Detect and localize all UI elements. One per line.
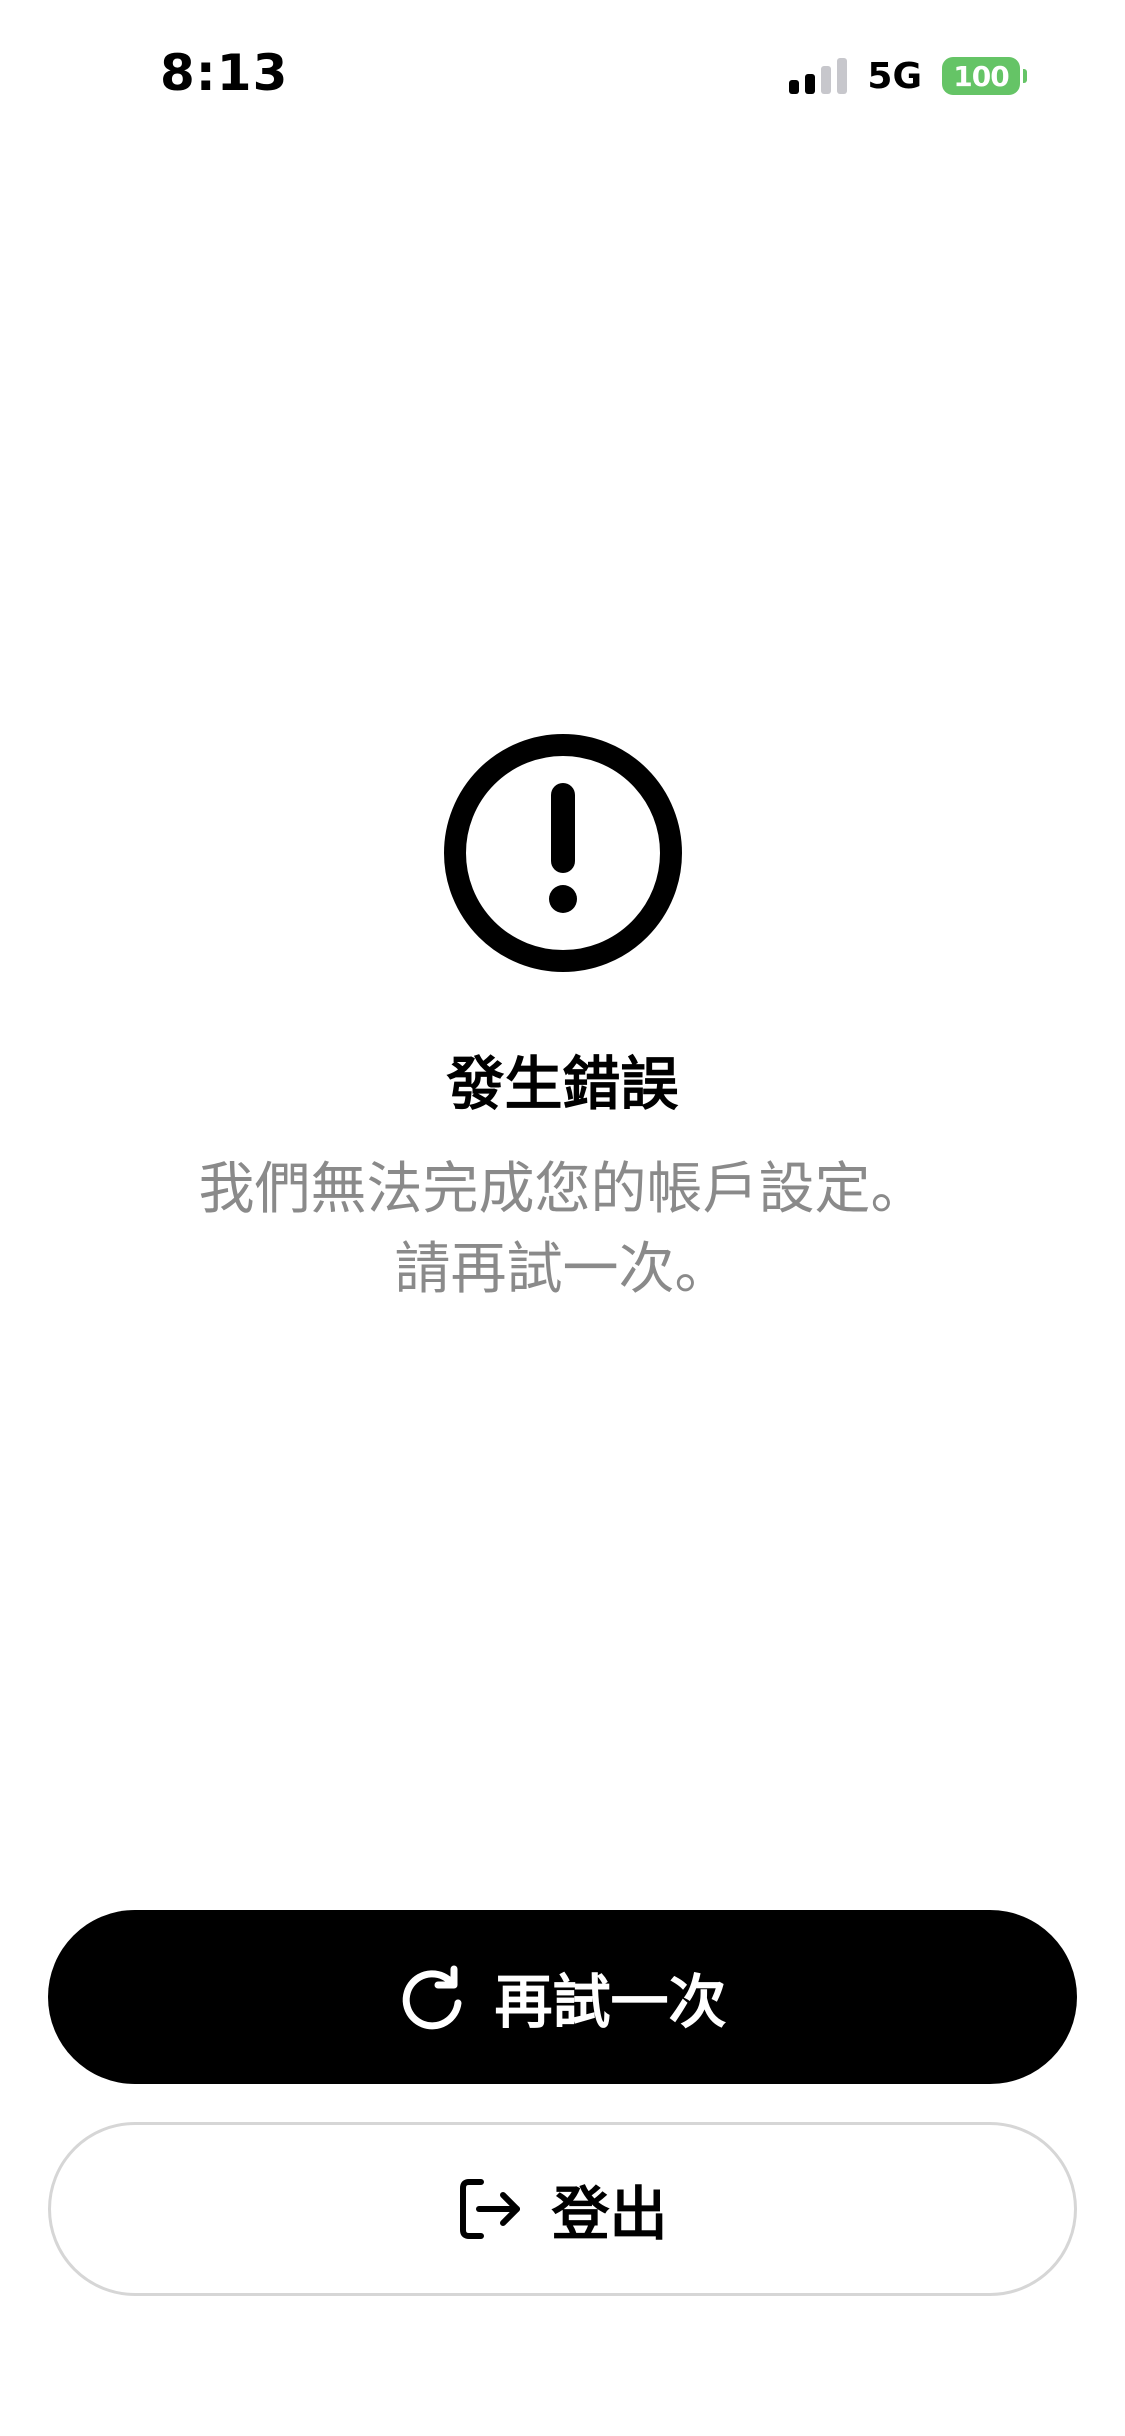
logout-button[interactable]: 登出 <box>48 2122 1077 2296</box>
network-type: 5G <box>867 55 922 97</box>
status-time: 8:13 <box>160 44 289 102</box>
status-indicators: 5G 100 <box>789 54 1027 98</box>
retry-button[interactable]: 再試一次 <box>48 1910 1077 2084</box>
error-message-line: 請再試一次。 <box>394 1237 731 1302</box>
retry-button-label: 再試一次 <box>494 1968 727 2036</box>
error-title: 發生錯誤 <box>446 1050 679 1118</box>
exclamation-circle-icon <box>444 734 682 972</box>
refresh-icon <box>403 1965 462 2030</box>
status-bar: 8:13 5G 100 <box>0 0 1125 150</box>
logout-button-label: 登出 <box>551 2180 668 2248</box>
logout-icon <box>460 2179 521 2239</box>
battery-level: 100 <box>942 57 1020 95</box>
error-message: 我們無法完成您的帳戶設定。 請再試一次。 <box>0 1150 1125 1310</box>
battery-icon: 100 <box>942 57 1027 95</box>
cellular-signal-icon <box>789 58 848 94</box>
error-message-line: 我們無法完成您的帳戶設定。 <box>198 1157 927 1222</box>
